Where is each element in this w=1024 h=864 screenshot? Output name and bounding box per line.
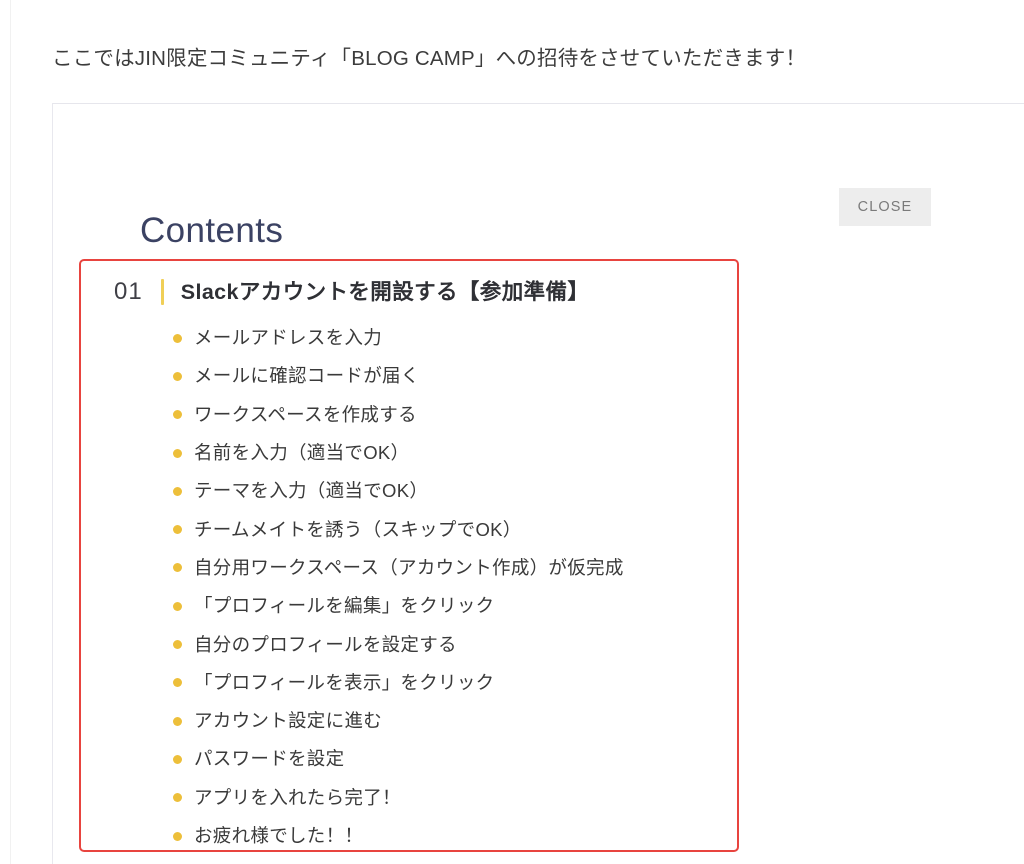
list-item-label: 自分用ワークスペース（アカウント作成）が仮完成 [194,556,624,578]
page-title: Contents [140,211,284,251]
intro-paragraph: ここではJIN限定コミュニティ「BLOG CAMP」への招待をさせていただきます… [52,46,807,70]
list-item-label: 「プロフィールを編集」をクリック [194,595,495,617]
list-item[interactable]: 自分のプロフィールを設定する [173,625,733,663]
list-item[interactable]: 名前を入力（適当でOK） [173,434,733,472]
list-item[interactable]: アプリを入れたら完了！ [173,779,733,817]
section-title: Slackアカウントを開設する【参加準備】 [180,280,590,304]
section-01-box: 01 Slackアカウントを開設する【参加準備】 メールアドレスを入力メールに確… [79,259,739,852]
bullet-dot-icon [173,486,182,496]
section-number: 01 [114,278,143,305]
list-item-label: アプリを入れたら完了！ [194,786,401,808]
list-item-label: チームメイトを誘う（スキップでOK） [194,518,522,540]
bullet-dot-icon [173,754,182,764]
bullet-dot-icon [173,831,182,841]
list-item-label: 自分のプロフィールを設定する [194,633,457,655]
contents-card-inner: Contents CLOSE 01 Slackアカウントを開設する【参加準備】 … [53,104,1024,864]
bullet-dot-icon [173,678,182,688]
list-item[interactable]: お疲れ様でした！！ [173,817,733,855]
list-item-label: メールに確認コードが届く [194,365,420,387]
contents-card: Contents CLOSE 01 Slackアカウントを開設する【参加準備】 … [52,103,1024,864]
list-item[interactable]: 「プロフィールを表示」をクリック [173,664,733,702]
list-item[interactable]: パスワードを設定 [173,740,733,778]
bullet-dot-icon [173,371,182,381]
list-item[interactable]: ワークスペースを作成する [173,396,733,434]
list-item[interactable]: アカウント設定に進む [173,702,733,740]
list-item-label: パスワードを設定 [194,748,345,770]
list-item-label: 「プロフィールを表示」をクリック [194,671,495,693]
section-header: 01 Slackアカウントを開設する【参加準備】 [114,275,589,309]
bullet-dot-icon [173,333,182,343]
list-item[interactable]: テーマを入力（適当でOK） [173,472,733,510]
bullet-dot-icon [173,716,182,726]
bullet-dot-icon [173,563,182,573]
list-item-label: お疲れ様でした！！ [194,825,364,846]
list-item[interactable]: 自分用ワークスペース（アカウント作成）が仮完成 [173,549,733,587]
list-item[interactable]: メールアドレスを入力 [173,319,733,357]
bullet-dot-icon [173,448,182,458]
list-item-label: ワークスペースを作成する [194,403,417,425]
list-item-label: 名前を入力（適当でOK） [194,442,410,464]
list-item-label: テーマを入力（適当でOK） [194,480,429,502]
bullet-dot-icon [173,525,182,535]
list-item-label: アカウント設定に進む [194,710,383,732]
page-left-rule [10,0,11,864]
bullet-dot-icon [173,410,182,420]
list-item[interactable]: 「プロフィールを編集」をクリック [173,587,733,625]
bullet-dot-icon [173,601,182,611]
bullet-dot-icon [173,793,182,803]
bullet-dot-icon [173,640,182,650]
close-button[interactable]: CLOSE [839,188,931,226]
list-item[interactable]: メールに確認コードが届く [173,357,733,395]
list-item-label: メールアドレスを入力 [194,327,383,349]
section-item-list: メールアドレスを入力メールに確認コードが届く ワークスペースを作成する 名前を入力（… [173,319,733,855]
section-divider-bar [160,279,164,305]
list-item[interactable]: チームメイトを誘う（スキップでOK） [173,510,733,548]
